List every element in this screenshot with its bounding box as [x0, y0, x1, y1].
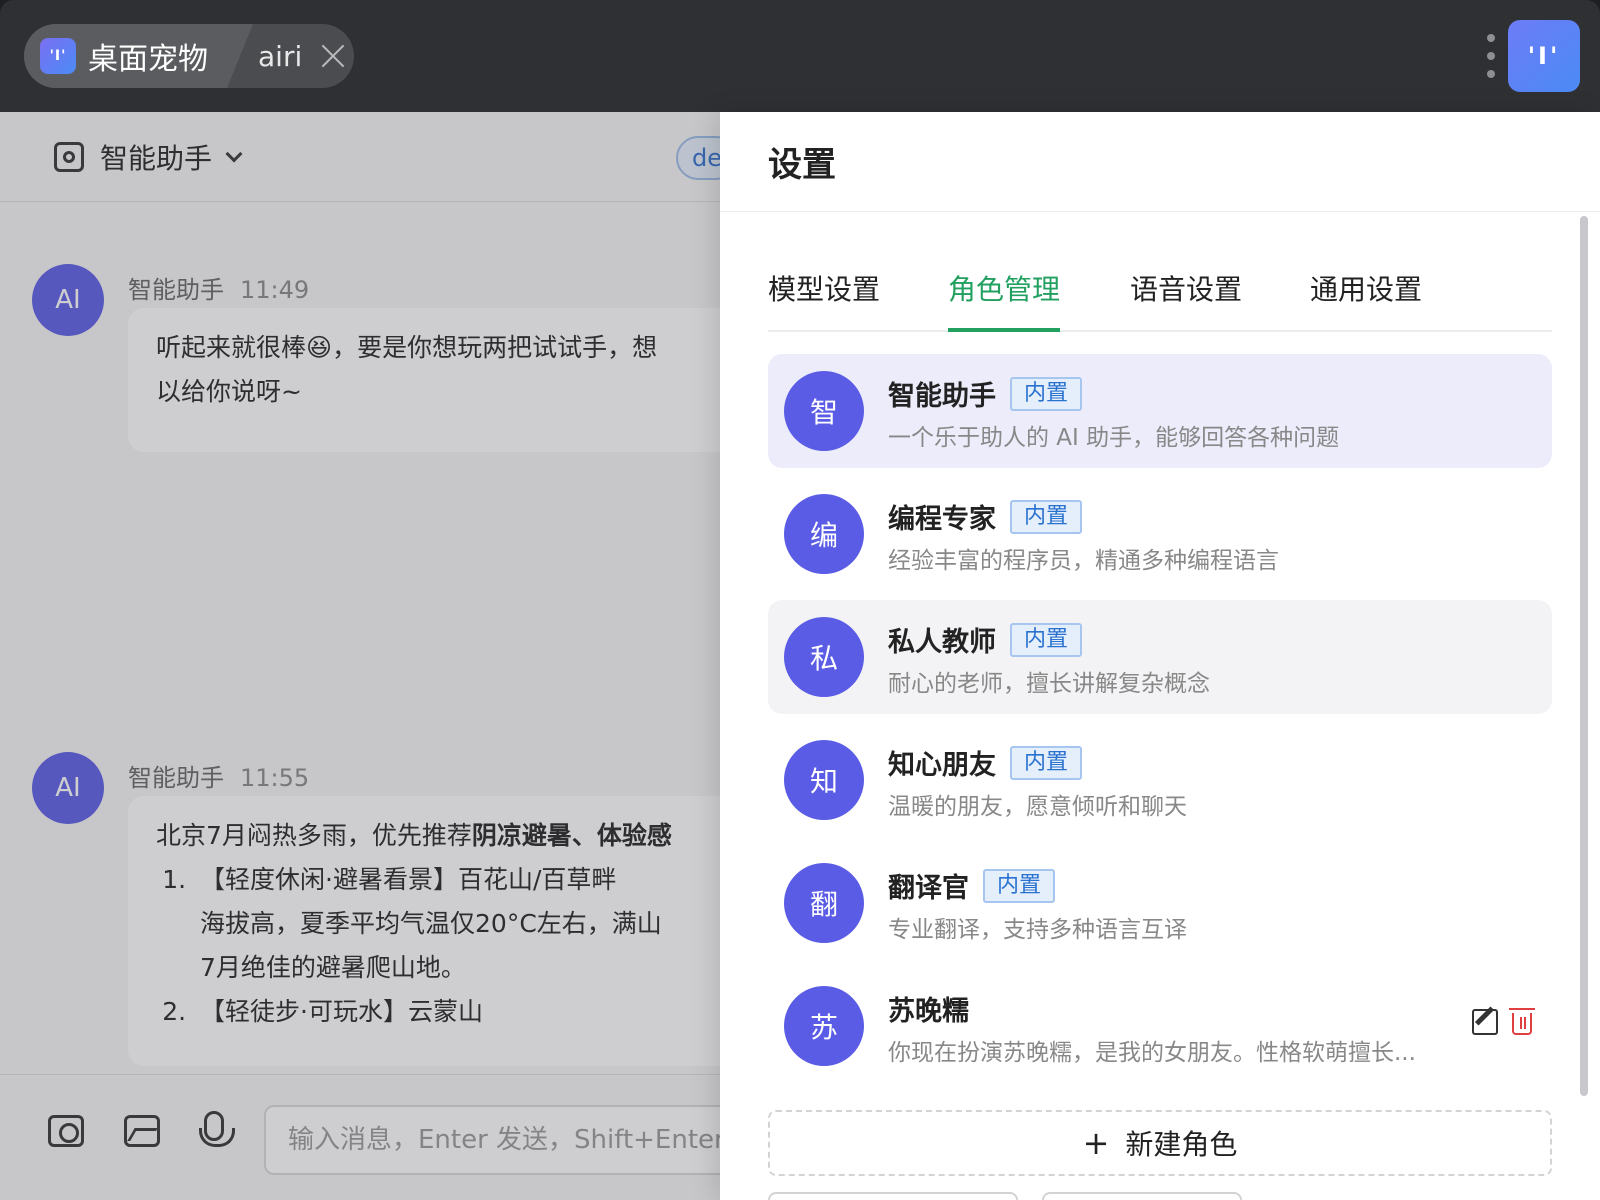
- role-description: 你现在扮演苏晚糯，是我的女朋友。性格软萌擅长...: [888, 1040, 1416, 1066]
- role-name-row: 苏晚糯: [888, 989, 969, 1028]
- role-name-row: 编程专家 内置: [888, 497, 1083, 536]
- close-icon[interactable]: [320, 43, 346, 69]
- role-description: 一个乐于助人的 AI 助手，能够回答各种问题: [888, 425, 1340, 451]
- builtin-badge: 内置: [1010, 745, 1083, 780]
- app-logo-button[interactable]: 'I': [1508, 20, 1580, 92]
- footer-button[interactable]: [768, 1192, 1018, 1200]
- role-description: 温暖的朋友，愿意倾听和聊天: [888, 794, 1187, 820]
- tab-general-settings[interactable]: 通用设置: [1310, 262, 1422, 332]
- tab-voice-settings[interactable]: 语音设置: [1130, 262, 1242, 332]
- new-role-label: 新建角色: [1125, 1128, 1238, 1161]
- avatar: 智: [784, 371, 864, 451]
- tab-role-management[interactable]: 角色管理: [948, 262, 1061, 332]
- role-name: 私人教师: [888, 627, 996, 658]
- role-name: 智能助手: [888, 381, 996, 412]
- avatar: 苏: [784, 986, 864, 1066]
- role-list: 智 智能助手 内置 一个乐于助人的 AI 助手，能够回答各种问题 编 编程专家 …: [768, 354, 1552, 1092]
- role-name-row: 私人教师 内置: [888, 620, 1083, 659]
- builtin-badge: 内置: [983, 868, 1056, 903]
- tab-desktop-pet[interactable]: 'I' 桌面宠物: [24, 24, 226, 88]
- role-item[interactable]: 编 编程专家 内置 经验丰富的程序员，精通多种编程语言: [768, 477, 1552, 591]
- role-item[interactable]: 知 知心朋友 内置 温暖的朋友，愿意倾听和聊天: [768, 723, 1552, 837]
- role-name: 知心朋友: [888, 750, 996, 781]
- footer-button[interactable]: [1042, 1192, 1242, 1200]
- role-description: 专业翻译，支持多种语言互译: [888, 917, 1187, 943]
- settings-drawer: 设置 模型设置 角色管理 语音设置 通用设置 智 智能助手 内置 一个乐于助人的…: [720, 112, 1600, 1200]
- app-logo-icon: 'I': [40, 38, 76, 74]
- role-name-row: 翻译官 内置: [888, 866, 1056, 905]
- role-item[interactable]: 私 私人教师 内置 耐心的老师，擅长讲解复杂概念: [768, 600, 1552, 714]
- role-item[interactable]: 苏 苏晚糯 你现在扮演苏晚糯，是我的女朋友。性格软萌擅长...: [768, 969, 1552, 1083]
- role-name: 苏晚糯: [888, 996, 969, 1027]
- role-name-row: 智能助手 内置: [888, 374, 1083, 413]
- builtin-badge: 内置: [1010, 376, 1083, 411]
- page-title: 设置: [768, 145, 836, 185]
- new-role-button[interactable]: + 新建角色: [768, 1110, 1552, 1176]
- role-description: 经验丰富的程序员，精通多种编程语言: [888, 548, 1279, 574]
- role-name: 编程专家: [888, 504, 996, 535]
- avatar: 翻: [784, 863, 864, 943]
- role-item[interactable]: 智 智能助手 内置 一个乐于助人的 AI 助手，能够回答各种问题: [768, 354, 1552, 468]
- drawer-header: 设置: [720, 112, 1600, 212]
- role-actions: [1472, 1008, 1535, 1035]
- role-name: 翻译官: [888, 873, 969, 904]
- builtin-badge: 内置: [1010, 622, 1083, 657]
- avatar: 编: [784, 494, 864, 574]
- plus-icon: +: [1082, 1124, 1110, 1162]
- more-icon[interactable]: [1486, 34, 1496, 78]
- scrollbar[interactable]: [1580, 216, 1588, 1096]
- edit-icon[interactable]: [1472, 1009, 1498, 1035]
- avatar: 私: [784, 617, 864, 697]
- tab-model-settings[interactable]: 模型设置: [768, 262, 880, 332]
- role-item[interactable]: 翻 翻译官 内置 专业翻译，支持多种语言互译: [768, 846, 1552, 960]
- tab-desktop-pet-label: 桌面宠物: [88, 42, 208, 77]
- tab-airi-label: airi: [258, 39, 303, 73]
- avatar: 知: [784, 740, 864, 820]
- tab-group: 'I' 桌面宠物 airi: [24, 24, 354, 88]
- settings-tabs: 模型设置 角色管理 语音设置 通用设置: [768, 262, 1552, 332]
- delete-icon[interactable]: [1509, 1008, 1535, 1035]
- builtin-badge: 内置: [1010, 499, 1083, 534]
- role-name-row: 知心朋友 内置: [888, 743, 1083, 782]
- role-description: 耐心的老师，擅长讲解复杂概念: [888, 671, 1210, 697]
- title-bar: 'I' 桌面宠物 airi 'I': [0, 0, 1600, 112]
